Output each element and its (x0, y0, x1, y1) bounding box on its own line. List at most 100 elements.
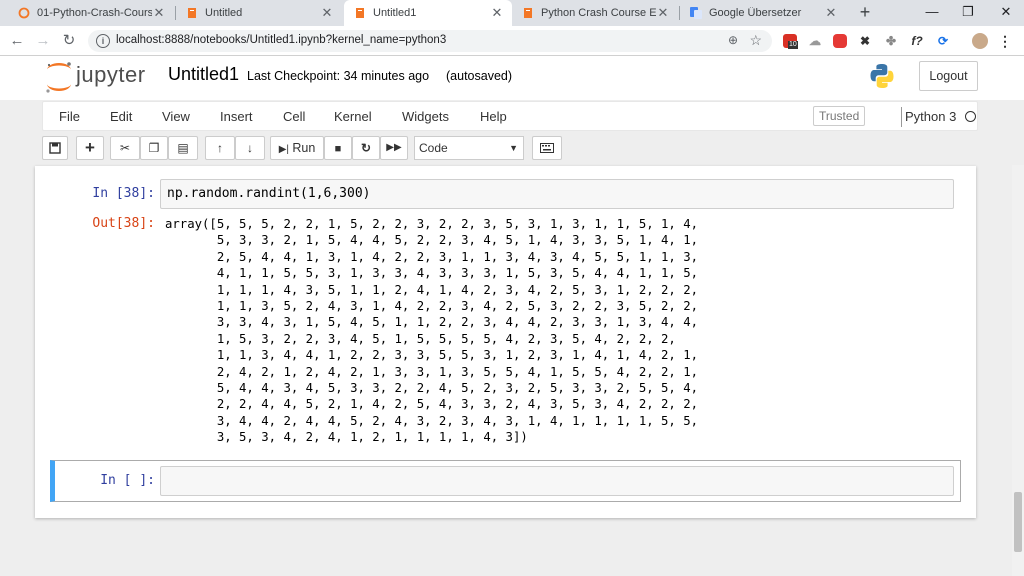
close-window-button[interactable]: ✕ (988, 0, 1024, 26)
kernel-name[interactable]: Python 3 (905, 109, 956, 124)
arrow-down-icon: ↓ (247, 141, 253, 155)
cut-button[interactable]: ✂ (110, 136, 140, 160)
tab-title: Untitled1 (373, 7, 417, 19)
google-translate-favicon-icon (690, 7, 702, 19)
kernel-divider (901, 107, 902, 127)
scrollbar-thumb[interactable] (1014, 492, 1022, 552)
jupyter-logo-text[interactable]: jupyter (76, 62, 146, 88)
output-prompt: Out[38]: (92, 216, 155, 231)
extension-badge: 10 (788, 41, 798, 49)
run-button[interactable]: ▶| Run (270, 136, 324, 160)
kernel-idle-indicator-icon (965, 111, 976, 122)
jupyter-logo-icon[interactable] (44, 60, 74, 94)
fast-forward-icon: ▶▶ (386, 142, 402, 153)
zoom-icon[interactable]: ⊕ (728, 33, 738, 47)
plus-icon: + (85, 138, 95, 157)
trusted-badge[interactable]: Trusted (813, 106, 866, 126)
menu-insert[interactable]: Insert (220, 109, 253, 124)
bookmark-star-icon[interactable]: ☆ (749, 32, 762, 49)
restart-run-all-button[interactable]: ▶▶ (380, 136, 408, 160)
checkpoint-status: Last Checkpoint: 34 minutes ago (247, 69, 430, 83)
jupyter-header: jupyter Untitled1 Last Checkpoint: 34 mi… (0, 56, 1024, 100)
run-icon: ▶| (278, 144, 289, 155)
code-cell-input[interactable]: np.random.randint(1,6,300) (160, 179, 954, 209)
keyboard-icon (540, 143, 554, 153)
notebook-container: In [38]: np.random.randint(1,6,300) Out[… (35, 166, 976, 518)
minimize-window-button[interactable]: — (914, 0, 950, 26)
input-prompt: In [38]: (92, 186, 155, 201)
cell-type-value: Code (419, 141, 448, 155)
autosave-status: (autosaved) (446, 69, 513, 83)
selected-code-cell[interactable]: In [ ]: (50, 460, 961, 502)
logout-button[interactable]: Logout (919, 61, 978, 91)
code-cell-input[interactable] (160, 466, 954, 496)
tab-title: Untitled (205, 7, 243, 19)
menubar: File Edit View Insert Cell Kernel Widget… (42, 101, 978, 131)
back-button[interactable]: ← (6, 30, 28, 52)
extension-youtube-icon[interactable] (833, 34, 847, 48)
notebook-favicon-icon (188, 8, 196, 18)
notebook-favicon-icon (524, 8, 532, 18)
extension-cloud-icon[interactable]: ☁ (808, 34, 822, 48)
extension-tools-icon[interactable]: ✖ (858, 34, 872, 48)
notebook-toolbar: + ✂ ❐ ▤ ↑ ↓ ▶| Run ■ ↻ ▶▶ Code ▼ (42, 136, 978, 164)
stop-icon: ■ (334, 143, 342, 155)
tab-title: Google Übersetzer (709, 7, 802, 19)
input-prompt: In [ ]: (100, 473, 155, 488)
menu-cell[interactable]: Cell (283, 109, 305, 124)
close-tab-icon[interactable]: ✕ (490, 5, 504, 21)
tab-untitled[interactable]: Untitled ✕ (176, 0, 342, 26)
close-tab-icon[interactable]: ✕ (320, 5, 334, 21)
reload-button[interactable]: ↻ (58, 30, 80, 52)
cell-output: array([5, 5, 5, 2, 2, 1, 5, 2, 2, 3, 2, … (165, 217, 699, 445)
browser-tab-strip: 01-Python-Crash-Course/ ✕ Untitled ✕ Unt… (0, 0, 1024, 26)
python-logo-icon (870, 64, 894, 88)
notebook-name[interactable]: Untitled1 (168, 64, 239, 85)
extension-mail-icon[interactable]: 10 (783, 34, 798, 49)
save-icon (49, 142, 61, 154)
browser-menu-icon[interactable]: ⋮ (998, 34, 1012, 48)
move-up-button[interactable]: ↑ (205, 136, 235, 160)
menu-view[interactable]: View (162, 109, 190, 124)
paste-button[interactable]: ▤ (168, 136, 198, 160)
arrow-up-icon: ↑ (217, 141, 223, 155)
extension-puzzle-icon[interactable]: ✤ (884, 34, 898, 48)
move-down-button[interactable]: ↓ (235, 136, 265, 160)
menu-kernel[interactable]: Kernel (334, 109, 372, 124)
tab-exercises[interactable]: Python Crash Course Exercises ✕ (512, 0, 678, 26)
maximize-window-button[interactable]: ❐ (950, 0, 986, 26)
extension-sync-icon[interactable]: ⟳ (936, 34, 950, 48)
menu-edit[interactable]: Edit (110, 109, 132, 124)
tab-translate[interactable]: Google Übersetzer ✕ (680, 0, 846, 26)
url-text: localhost:8888/notebooks/Untitled1.ipynb… (116, 34, 447, 46)
notebook-favicon-icon (356, 8, 364, 18)
restart-button[interactable]: ↻ (352, 136, 380, 160)
site-info-icon[interactable]: i (96, 34, 110, 48)
forward-button[interactable]: → (32, 30, 54, 52)
interrupt-button[interactable]: ■ (324, 136, 352, 160)
menu-help[interactable]: Help (480, 109, 507, 124)
command-palette-button[interactable] (532, 136, 562, 160)
tab-title: Python Crash Course Exercises (541, 7, 656, 19)
jupyter-favicon-icon (18, 7, 30, 19)
browser-toolbar: ← → ↻ i localhost:8888/notebooks/Untitle… (0, 26, 1024, 56)
extension-formula-icon[interactable]: f? (910, 34, 924, 48)
copy-button[interactable]: ❐ (140, 136, 168, 160)
menu-file[interactable]: File (59, 109, 80, 124)
cell-type-select[interactable]: Code ▼ (414, 136, 524, 160)
close-tab-icon[interactable]: ✕ (152, 5, 166, 21)
tab-crash-course[interactable]: 01-Python-Crash-Course/ ✕ (8, 0, 174, 26)
insert-cell-button[interactable]: + (76, 136, 104, 160)
cut-icon: ✂ (119, 141, 131, 155)
profile-avatar[interactable] (972, 33, 988, 49)
menu-widgets[interactable]: Widgets (402, 109, 449, 124)
close-tab-icon[interactable]: ✕ (656, 5, 670, 21)
chevron-down-icon: ▼ (509, 143, 518, 153)
tab-untitled1[interactable]: Untitled1 ✕ (344, 0, 512, 26)
new-tab-button[interactable]: + (855, 2, 875, 22)
address-bar[interactable]: i localhost:8888/notebooks/Untitled1.ipy… (88, 30, 772, 52)
save-button[interactable] (42, 136, 68, 160)
restart-icon: ↻ (360, 141, 372, 155)
close-tab-icon[interactable]: ✕ (824, 5, 838, 21)
code-text: np.random.randint(1,6,300) (167, 186, 371, 201)
